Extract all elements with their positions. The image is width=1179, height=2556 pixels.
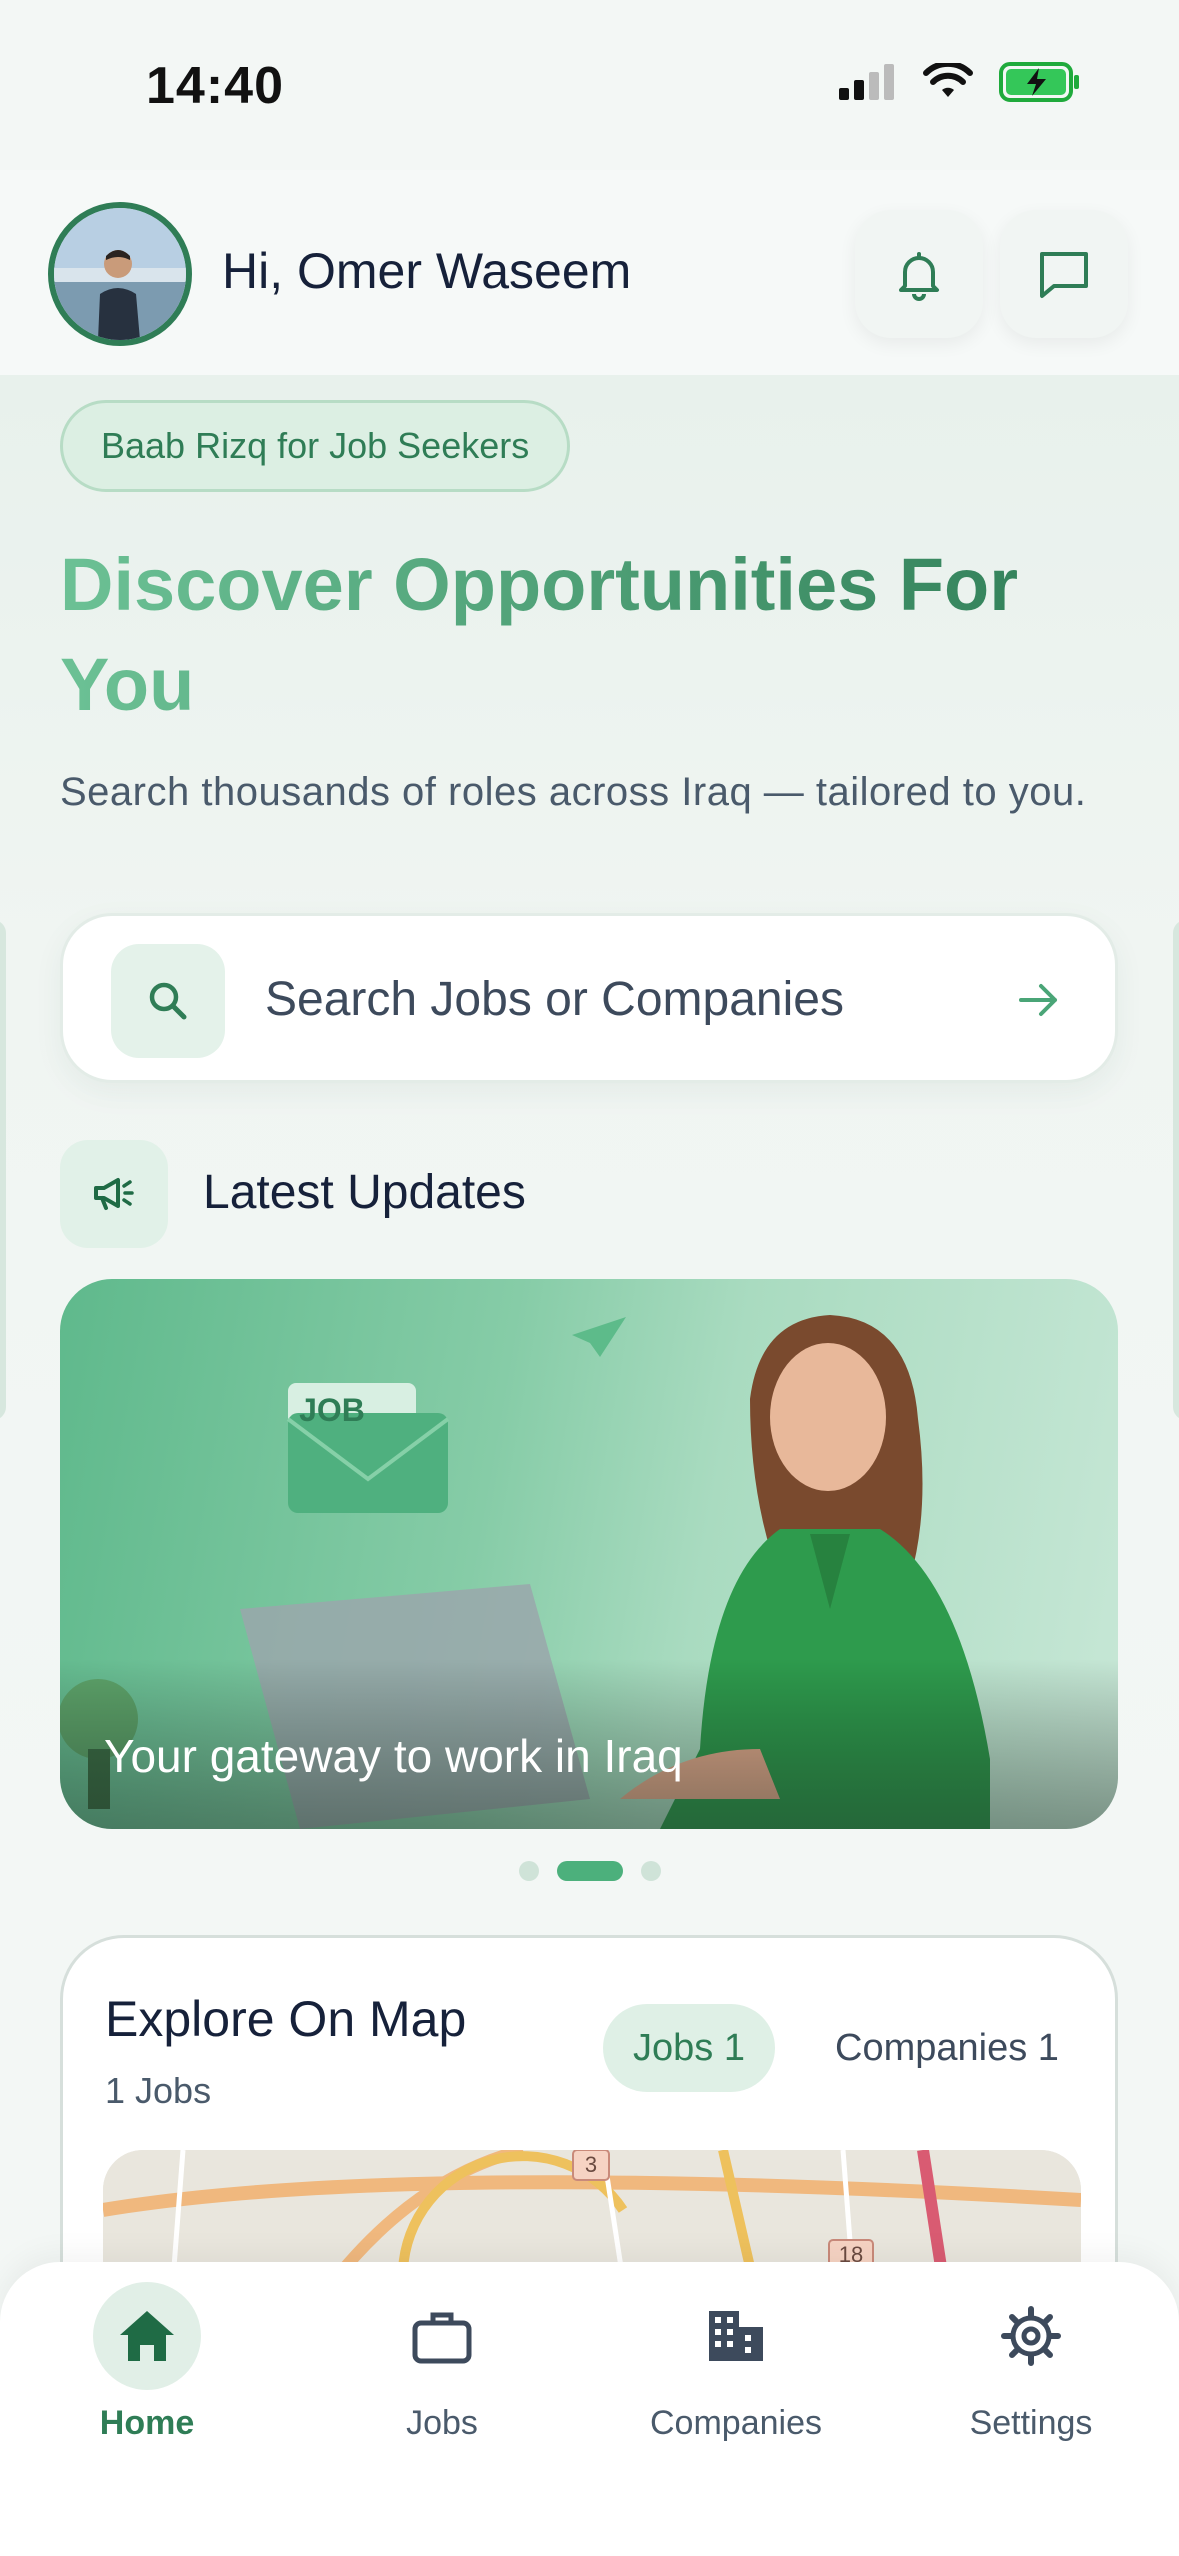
nav-jobs[interactable]: Jobs xyxy=(312,2282,572,2482)
hero-subtitle: Search thousands of roles across Iraq — … xyxy=(60,770,1087,814)
nav-label: Jobs xyxy=(406,2404,478,2442)
map-marker-label: 3 xyxy=(585,2152,597,2177)
carousel-dot-active[interactable] xyxy=(556,1861,623,1881)
wifi-icon xyxy=(923,63,973,97)
messages-button[interactable] xyxy=(1000,210,1128,338)
nav-label: Settings xyxy=(969,2404,1093,2442)
building-icon xyxy=(709,2311,763,2361)
avatar[interactable] xyxy=(48,202,192,346)
next-slide-peek xyxy=(1173,920,1179,1420)
gear-icon xyxy=(1001,2306,1061,2366)
nav-settings[interactable]: Settings xyxy=(901,2282,1161,2482)
nav-companies[interactable]: Companies xyxy=(606,2282,866,2482)
envelope-label: JOB xyxy=(299,1392,365,1428)
arrow-right-icon[interactable] xyxy=(1013,974,1065,1026)
audience-tag: Baab Rizq for Job Seekers xyxy=(60,400,571,492)
notifications-button[interactable] xyxy=(855,210,983,338)
bell-icon xyxy=(899,252,939,301)
battery-charging-icon xyxy=(999,62,1079,102)
carousel-dot[interactable] xyxy=(518,1861,539,1881)
briefcase-icon xyxy=(412,2312,472,2364)
carousel-indicator xyxy=(0,1861,1179,1881)
banner-caption: Your gateway to work in Iraq xyxy=(104,1730,683,1782)
search-bar[interactable]: Search Jobs or Companies xyxy=(60,913,1118,1083)
signal-icon xyxy=(839,64,894,100)
status-time: 14:40 xyxy=(146,57,284,115)
map-tab-jobs[interactable]: Jobs 1 xyxy=(603,2004,775,2092)
search-placeholder: Search Jobs or Companies xyxy=(265,973,844,1026)
chat-icon xyxy=(1040,252,1088,298)
map-tab-companies[interactable]: Companies 1 xyxy=(805,2004,1089,2092)
status-bar: 14:40 xyxy=(0,0,1179,170)
map-card-title: Explore On Map xyxy=(105,1991,467,2047)
home-screen: 14:40 Hi, Omer Waseem Baab Rizq for Job … xyxy=(0,0,1179,2556)
previous-slide-peek xyxy=(0,920,6,1420)
megaphone-icon xyxy=(94,1178,134,1210)
nav-label: Companies xyxy=(650,2404,822,2442)
nav-home[interactable]: Home xyxy=(17,2282,277,2482)
app-header: Hi, Omer Waseem xyxy=(0,170,1179,375)
bottom-navigation: Home Jobs Companies Settings xyxy=(0,2262,1179,2556)
carousel-dot[interactable] xyxy=(640,1861,661,1881)
search-icon-container xyxy=(111,944,225,1058)
hero-title: Discover Opportunities For You xyxy=(60,535,1120,735)
map-card-count: 1 Jobs xyxy=(105,2070,212,2111)
status-icons xyxy=(839,62,1081,102)
greeting-text: Hi, Omer Waseem xyxy=(222,243,632,299)
home-icon-container xyxy=(93,2282,201,2390)
latest-updates-heading: Latest Updates xyxy=(203,1166,526,1219)
megaphone-icon-container xyxy=(60,1140,168,1248)
building-icon-container xyxy=(682,2282,790,2390)
paper-plane-icon xyxy=(572,1317,626,1357)
nav-label: Home xyxy=(99,2404,195,2442)
search-icon xyxy=(149,982,187,1020)
gear-icon-container xyxy=(977,2282,1085,2390)
updates-banner[interactable]: JOB Your gateway to work in Iraq xyxy=(60,1279,1118,1829)
home-icon xyxy=(120,2311,174,2361)
avatar-photo xyxy=(54,208,186,340)
briefcase-icon-container xyxy=(388,2282,496,2390)
